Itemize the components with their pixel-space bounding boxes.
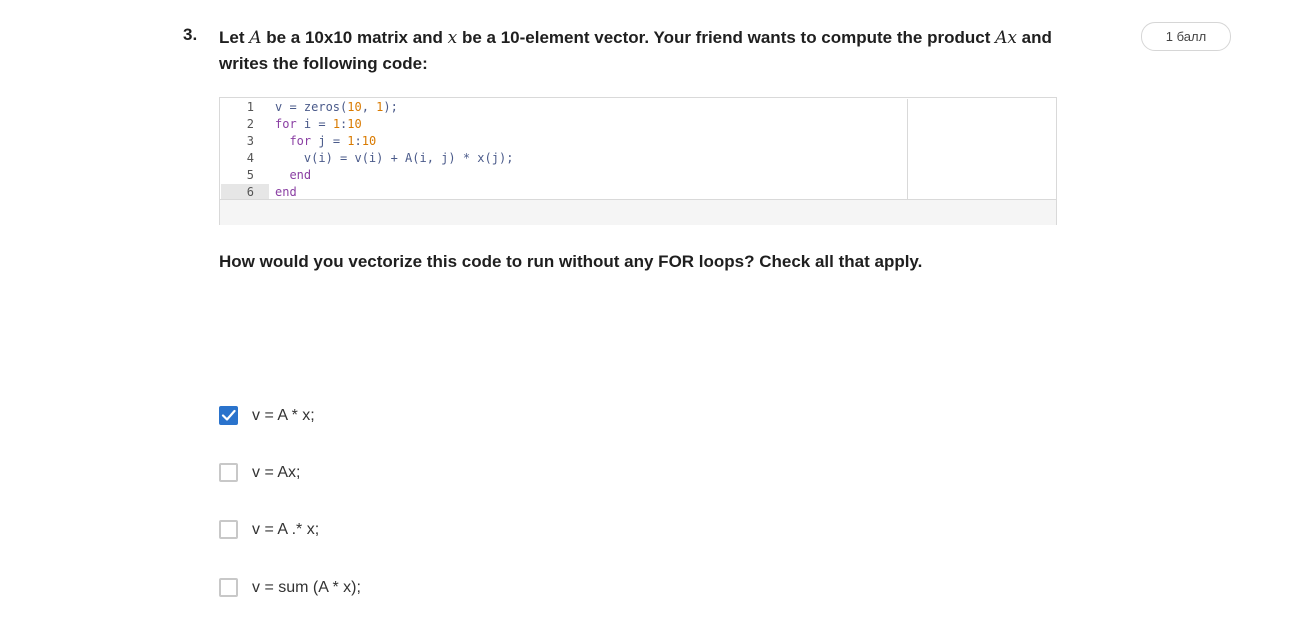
- line-number: 2: [246, 117, 254, 131]
- code-line[interactable]: v(i) = v(i) + A(i, j) * x(j);: [275, 150, 514, 167]
- option-4[interactable]: v = sum (A * x);: [219, 578, 361, 597]
- line-number: 4: [246, 151, 254, 165]
- option-1[interactable]: v = A * x;: [219, 406, 315, 425]
- question-prompt: Let A be a 10x10 matrix and x be a 10-el…: [219, 25, 1099, 77]
- sub-question: How would you vectorize this code to run…: [219, 252, 923, 271]
- code-output-divider: [907, 99, 908, 199]
- line-number: 5: [246, 168, 254, 182]
- math-x: x: [447, 28, 458, 48]
- code-footer: [220, 199, 1056, 225]
- prompt-text: Let: [219, 28, 250, 47]
- question-number: 3.: [183, 25, 198, 44]
- line-number: 1: [246, 100, 254, 114]
- math-A: A: [249, 28, 262, 48]
- option-label[interactable]: v = Ax;: [252, 464, 300, 482]
- checkbox[interactable]: [219, 463, 238, 482]
- code-line[interactable]: for j = 1:10: [275, 133, 513, 150]
- check-icon: [221, 409, 236, 421]
- line-number-gutter: 1 2 3 4 5 6: [221, 99, 269, 201]
- checkbox[interactable]: [219, 578, 238, 597]
- line-number: 3: [246, 134, 254, 148]
- code-area[interactable]: 1 2 3 4 5 6 v = zeros(10, 1); for i = 1:…: [221, 99, 1055, 201]
- checkbox[interactable]: [219, 520, 238, 539]
- code-line[interactable]: end: [275, 167, 513, 184]
- prompt-text: be a 10x10 matrix and: [261, 28, 448, 47]
- points-badge: 1 балл: [1141, 22, 1231, 51]
- math-Ax: Ax: [995, 28, 1017, 48]
- prompt-text: be a 10-element vector. Your friend want…: [457, 28, 996, 47]
- code-editor[interactable]: 1 2 3 4 5 6 v = zeros(10, 1); for i = 1:…: [219, 97, 1057, 225]
- checkbox-checked[interactable]: [219, 406, 238, 425]
- option-label[interactable]: v = A * x;: [252, 407, 315, 425]
- code-line[interactable]: for i = 1:10: [275, 116, 513, 133]
- option-label[interactable]: v = A .* x;: [252, 521, 319, 539]
- code-line[interactable]: v = zeros(10, 1);: [275, 99, 513, 116]
- option-label[interactable]: v = sum (A * x);: [252, 579, 361, 597]
- option-3[interactable]: v = A .* x;: [219, 520, 319, 539]
- option-2[interactable]: v = Ax;: [219, 463, 300, 482]
- code-lines[interactable]: v = zeros(10, 1); for i = 1:10 for j = 1…: [275, 99, 513, 201]
